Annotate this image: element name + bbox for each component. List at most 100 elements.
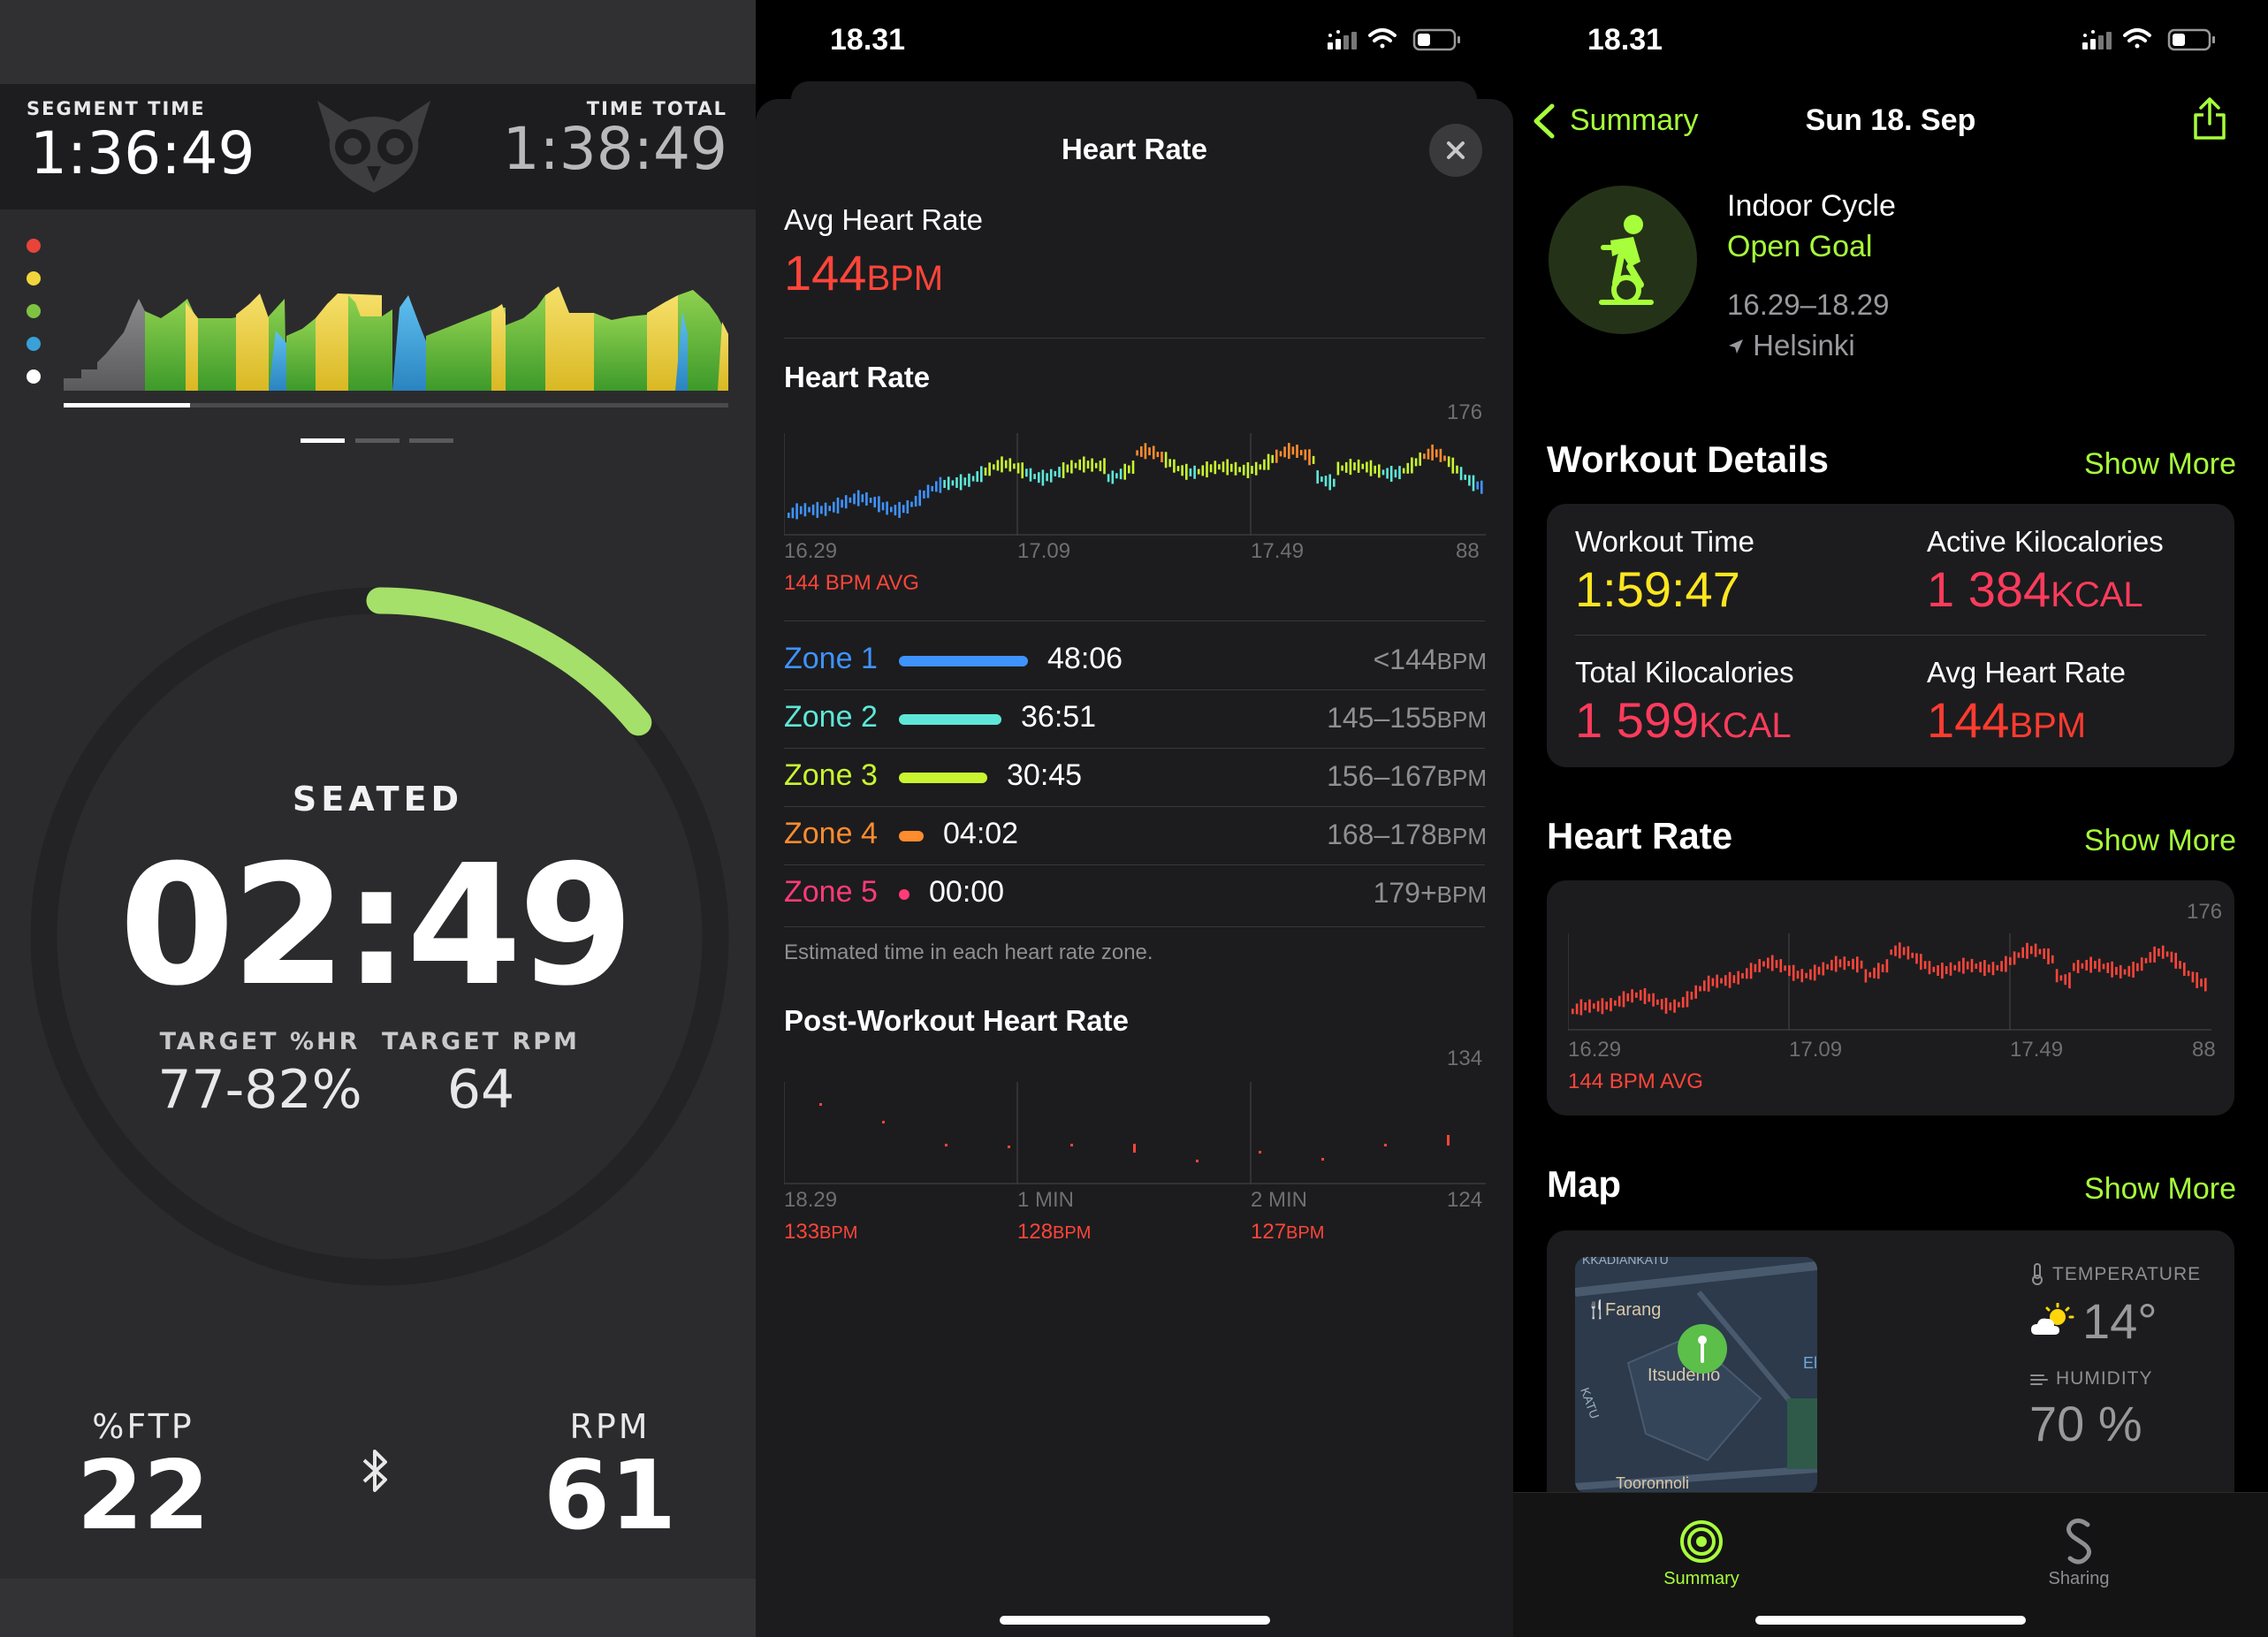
workout-time-label: Workout Time — [1575, 525, 1754, 558]
heart-rate-bar — [1389, 466, 1393, 482]
map-show-more[interactable]: Show More — [2084, 1172, 2236, 1207]
zone-1-time: 48:06 — [1047, 642, 1123, 675]
heart-rate-bar — [1070, 460, 1073, 474]
page-indicator-1[interactable] — [301, 438, 345, 443]
workout-details-show-more[interactable]: Show More — [2084, 447, 2236, 482]
heart-rate-bar — [1451, 457, 1455, 474]
tab-sharing[interactable]: Sharing — [2008, 1569, 2150, 1589]
heart-rate-bar — [1168, 459, 1171, 468]
heart-rate-bar — [1230, 463, 1233, 472]
heart-rate-bar — [1617, 995, 1621, 1007]
heart-rate-bar — [824, 502, 827, 516]
heart-rate-bar — [803, 503, 807, 517]
heart-rate-bar — [943, 480, 946, 488]
heart-rate-bar — [1378, 464, 1381, 478]
target-rpm-value: 64 — [446, 1059, 515, 1121]
tab-summary[interactable]: Summary — [1631, 1569, 1772, 1589]
page-indicator-2[interactable] — [355, 438, 400, 443]
avg-heart-rate-value: 144BPM — [784, 245, 944, 301]
heart-rate-bar — [1686, 991, 1689, 1008]
heart-rate-bar — [1822, 962, 1825, 976]
heart-rate-bar — [788, 513, 790, 518]
close-button[interactable] — [1429, 124, 1482, 177]
heart-rate-bar — [2097, 958, 2101, 972]
heart-rate-bar — [1800, 969, 1804, 983]
active-kcal-value: 1 384KCAL — [1927, 561, 2143, 617]
target-hr-label: TARGET %HR — [159, 1028, 361, 1055]
workout-details-card: Workout Time 1:59:47 Active Kilocalories… — [1547, 504, 2234, 767]
bluetooth-icon[interactable] — [357, 1446, 392, 1496]
heart-rate-bar — [1610, 998, 1612, 1012]
zone-legend-yellow — [27, 271, 41, 286]
heart-rate-bar — [1074, 462, 1077, 468]
heart-rate-bar — [1086, 461, 1090, 469]
heart-rate-bar — [841, 499, 843, 508]
heart-rate-bar — [1267, 453, 1270, 470]
rpm-value: 61 — [543, 1441, 677, 1551]
heart-rate-bar — [1394, 469, 1397, 478]
sharing-tab-icon[interactable] — [2061, 1518, 2097, 1565]
heart-rate-bar — [1136, 450, 1138, 456]
cellular-signal-icon — [1328, 30, 1357, 49]
zone-5-range: 179+BPM — [1373, 877, 1487, 909]
heart-rate-bar — [820, 506, 823, 514]
heart-rate-bar — [2106, 963, 2110, 973]
summary-tab-icon[interactable] — [1679, 1519, 1724, 1564]
heart-rate-bar — [1694, 985, 1697, 999]
home-indicator[interactable] — [1755, 1616, 2026, 1625]
heart-rate-bar — [939, 476, 942, 493]
temperature-label: TEMPERATURE — [2052, 1264, 2202, 1284]
interval-remaining-timer: 02:49 — [118, 829, 634, 1023]
heart-rate-bar — [1419, 452, 1421, 466]
heart-rate-bar — [1873, 967, 1876, 978]
heart-rate-bar — [923, 491, 925, 499]
heart-rate-bar — [1123, 463, 1126, 480]
sheet-background — [756, 99, 1513, 1637]
heart-rate-bar — [1144, 443, 1147, 460]
post-hr-point — [819, 1103, 822, 1106]
heart-rate-bar — [1834, 956, 1838, 972]
hr-chart-min: 88 — [1456, 539, 1480, 563]
summary-heart-rate-chart — [1568, 933, 2211, 1031]
zone-legend-blue — [27, 337, 41, 351]
heart-rate-bar — [1770, 955, 1774, 971]
heart-rate-bar — [984, 468, 987, 476]
heart-rate-bar — [1029, 468, 1032, 482]
share-icon[interactable] — [2192, 95, 2227, 141]
heart-rate-bar — [980, 466, 983, 483]
bottom-bar — [0, 1579, 756, 1637]
heart-rate-chart — [784, 433, 1486, 536]
heart-rate-bar — [1817, 966, 1821, 975]
battery-icon — [2167, 28, 2215, 51]
heart-rate-show-more[interactable]: Show More — [2084, 824, 2236, 858]
heart-rate-bar — [791, 507, 795, 519]
zone-5-name: Zone 5 — [784, 875, 878, 909]
heart-rate-bar — [816, 501, 819, 518]
heart-rate-bar — [1201, 465, 1205, 476]
heart-rate-bar — [1181, 465, 1183, 476]
heart-rate-bar — [1746, 968, 1748, 979]
heart-rate-bar — [1966, 961, 1969, 970]
heart-rate-bar — [1271, 454, 1274, 463]
home-indicator[interactable] — [1000, 1616, 1270, 1625]
heart-rate-bar — [795, 503, 798, 520]
status-bar: 18.31 — [1513, 0, 2268, 84]
heart-rate-card[interactable]: 176 16.29 17.09 17.49 88 144 BPM AVG — [1547, 880, 2234, 1115]
heart-rate-bar — [853, 493, 856, 505]
heart-rate-bar — [1193, 465, 1196, 479]
heart-rate-bar — [1894, 945, 1897, 956]
route-map[interactable]: KKADIANKATU 🍴 Farang Itsudemo El KATU To… — [1575, 1257, 1817, 1494]
heart-rate-bar — [1643, 988, 1647, 1004]
heart-rate-bar — [1911, 952, 1914, 958]
page-indicator-3[interactable] — [409, 438, 453, 443]
partly-sunny-icon — [2031, 1303, 2074, 1335]
heart-rate-bar — [1838, 959, 1842, 968]
heart-rate-bar — [1140, 445, 1143, 457]
heart-rate-bar — [2165, 951, 2169, 957]
hr-chart-x-label-1: 16.29 — [784, 539, 838, 563]
top-strip — [0, 0, 756, 84]
heart-rate-bar — [1656, 999, 1659, 1005]
workout-time-range: 16.29–18.29 — [1727, 288, 1890, 321]
heart-rate-bar — [976, 471, 978, 483]
heart-rate-bar — [894, 505, 897, 516]
